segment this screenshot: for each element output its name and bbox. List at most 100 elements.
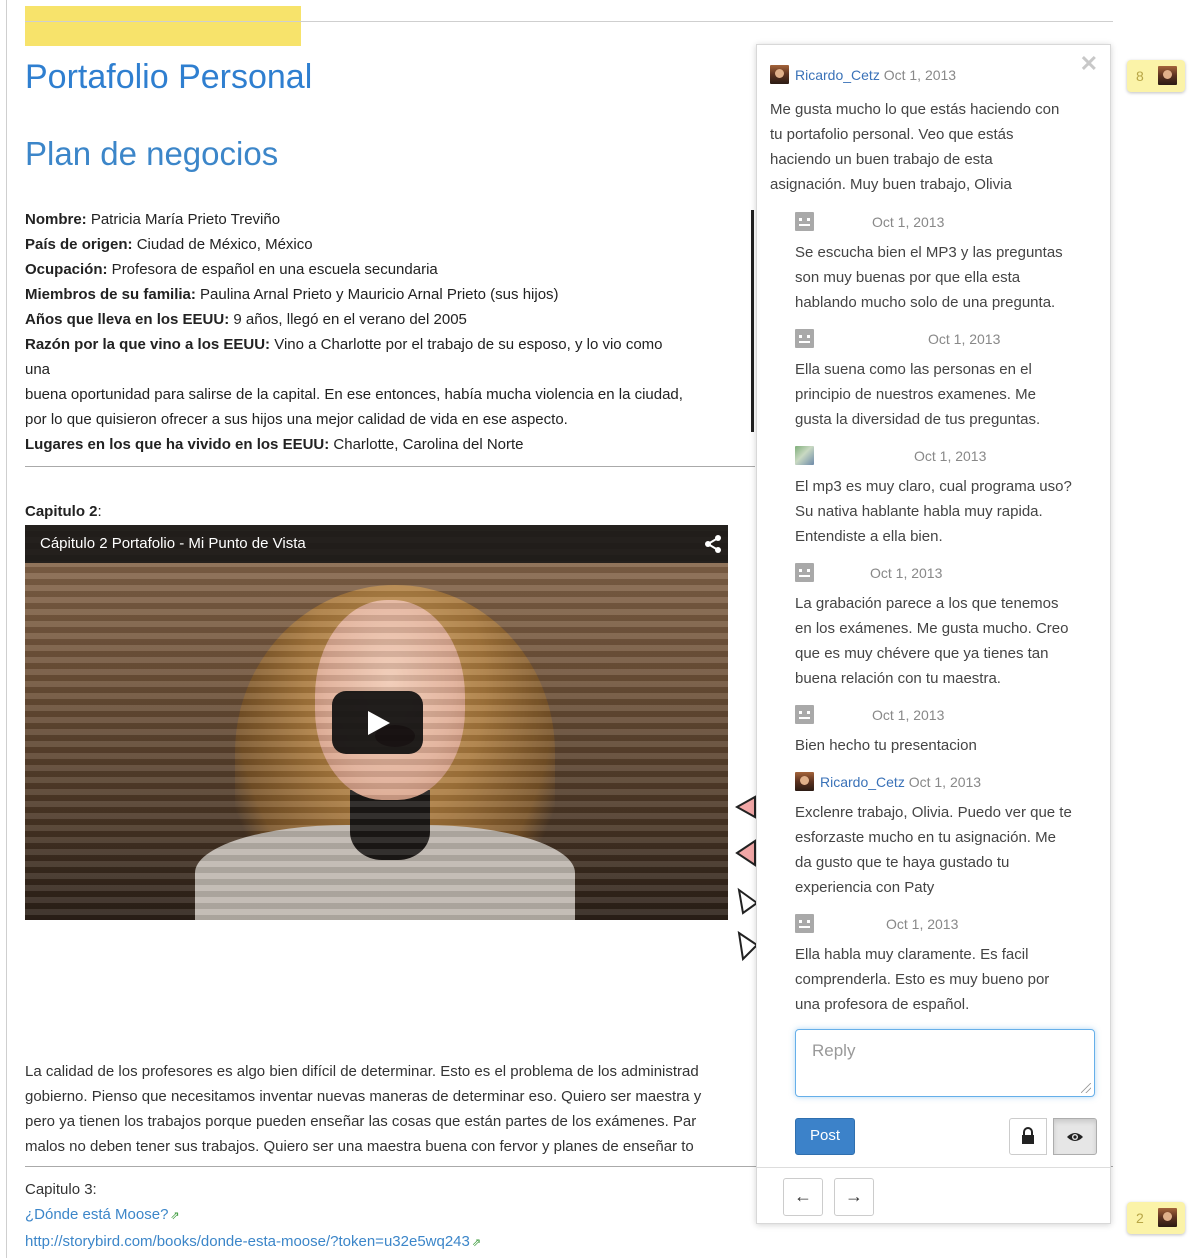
resize-handle[interactable] — [1081, 1083, 1091, 1093]
paragraph-line: malos no deben tener sus trabajos. Quier… — [25, 1138, 694, 1155]
comment-header: Oct 1, 2013 — [795, 446, 986, 465]
info-value: Ciudad de México, México — [132, 236, 313, 253]
info-row: Lugares en los que ha vivido en los EEUU… — [25, 432, 755, 457]
paragraph-line: pero ya tienen los trabajos porque puede… — [25, 1113, 697, 1130]
paragraph-line: La calidad de los profesores es algo bie… — [25, 1063, 699, 1080]
info-row: Ocupación: Profesora de español en una e… — [25, 257, 755, 282]
chapter3-label: Capitulo 3: — [25, 1181, 97, 1198]
comment-line: Exclenre trabajo, Olivia. Puedo ver que … — [795, 804, 1072, 821]
comment-line: gusta la diversidad de tus preguntas. — [795, 411, 1041, 428]
comment-header: Oct 1, 2013 — [795, 563, 942, 582]
chapter2-colon: : — [97, 503, 102, 520]
vertical-divider — [751, 210, 754, 432]
paragraph-line: gobierno. Pienso que necesitamos inventa… — [25, 1088, 702, 1105]
left-margin-rule — [6, 0, 7, 1258]
comment-line: El mp3 es muy claro, cual programa uso? — [795, 478, 1072, 495]
avatar — [1158, 1208, 1177, 1227]
comment-header: Oct 1, 2013 — [795, 212, 944, 231]
reply-placeholder: Reply — [812, 1041, 856, 1060]
info-value: Charlotte, Carolina del Norte — [329, 436, 524, 453]
info-label: Razón por la que vino a los EEUU: — [25, 336, 271, 353]
comment-header: Ricardo_Cetz Oct 1, 2013 — [795, 772, 981, 791]
comment-date: Oct 1, 2013 — [928, 331, 1001, 347]
comment-date: Oct 1, 2013 — [883, 67, 957, 83]
video-title[interactable]: Cápitulo 2 Portafolio - Mi Punto de Vist… — [40, 535, 306, 552]
section-divider — [25, 466, 755, 467]
comment-date: Oct 1, 2013 — [872, 214, 945, 230]
info-value: Vino a Charlotte por el trabajo de su es… — [270, 336, 663, 353]
comment-line: Su nativa hablante habla muy rapida. — [795, 503, 1043, 520]
chapter3-section: Capitulo 3: ¿Dónde está Moose? ⇗ http://s… — [25, 1177, 481, 1256]
info-value: 9 años, llegó en el verano del 2005 — [229, 311, 467, 328]
lock-button[interactable] — [1009, 1118, 1047, 1155]
comment-body: Me gusta mucho lo que estás haciendo con… — [770, 97, 1059, 197]
comment-line: comprenderla. Esto es muy bueno por — [795, 971, 1050, 988]
share-icon[interactable] — [703, 534, 723, 554]
comment-body: Exclenre trabajo, Olivia. Puedo ver que … — [795, 800, 1072, 900]
comment-line: da gusto que te haya gustado tu — [795, 854, 1010, 871]
comment-header: Oct 1, 2013 — [795, 329, 1000, 348]
external-link-icon: ⇗ — [170, 1210, 180, 1222]
avatar — [795, 772, 814, 791]
comment-body: Ella suena como las personas en el princ… — [795, 357, 1040, 432]
reply-input[interactable]: Reply — [795, 1029, 1095, 1097]
avatar — [795, 329, 814, 348]
close-icon[interactable]: ✕ — [1080, 51, 1098, 77]
info-label: Ocupación: — [25, 261, 108, 278]
info-row: Nombre: Patricia María Prieto Treviño — [25, 207, 755, 232]
info-value: Profesora de español en una escuela secu… — [107, 261, 438, 278]
profile-info: Nombre: Patricia María Prieto Treviño Pa… — [25, 207, 755, 457]
info-row: País de origen: Ciudad de México, México — [25, 232, 755, 257]
comment-count-badge[interactable]: 2 — [1127, 1202, 1185, 1234]
play-icon — [368, 711, 390, 735]
comment-author[interactable]: Ricardo_Cetz — [795, 67, 880, 83]
eye-icon — [1067, 1133, 1083, 1141]
info-label: Nombre: — [25, 211, 87, 228]
prev-button[interactable]: ← — [783, 1178, 823, 1216]
avatar — [795, 705, 814, 724]
comment-line: hablando mucho solo de una pregunta. — [795, 294, 1056, 311]
comment-line: una profesora de español. — [795, 996, 970, 1013]
comment-date: Oct 1, 2013 — [908, 774, 982, 790]
page-subtitle: Plan de negocios — [25, 135, 279, 172]
arrow-right-icon: → — [845, 1186, 863, 1206]
comment-author[interactable]: Ricardo_Cetz — [820, 774, 905, 790]
comment-line: esforzaste mucho en tu asignación. Me — [795, 829, 1056, 846]
top-divider — [25, 21, 1113, 22]
comment-line: Se escucha bien el MP3 y las preguntas — [795, 244, 1063, 261]
comment-date: Oct 1, 2013 — [886, 916, 959, 932]
comment-line: asignación. Muy buen trabajo, Olivia — [770, 176, 1012, 193]
info-label: Años que lleva en los EEUU: — [25, 311, 230, 328]
comment-body: La grabación parece a los que tenemos en… — [795, 591, 1068, 691]
comment-line: en los exámenes. Me gusta mucho. Creo — [795, 620, 1069, 637]
badge-count: 8 — [1136, 68, 1144, 84]
info-continuation: buena oportunidad para salirse de la cap… — [25, 386, 683, 403]
reflection-paragraph: La calidad de los profesores es algo bie… — [25, 1059, 758, 1159]
comment-line: son muy buenas por que ella esta — [795, 269, 1021, 286]
comment-count-badge[interactable]: 8 — [1127, 60, 1185, 92]
comment-panel: ✕ Ricardo_Cetz Oct 1, 2013 Me gusta much… — [756, 44, 1111, 1224]
info-row: Razón por la que vino a los EEUU: Vino a… — [25, 332, 755, 357]
comment-header: Oct 1, 2013 — [795, 914, 958, 933]
info-value: Patricia María Prieto Treviño — [86, 211, 281, 228]
comment-body: Ella habla muy claramente. Es facil comp… — [795, 942, 1049, 1017]
post-button[interactable]: Post — [795, 1118, 855, 1155]
chapter2-heading: Capitulo 2: — [25, 503, 102, 520]
comment-line: tu portafolio personal. Veo que estás — [770, 126, 1014, 143]
info-label: Lugares en los que ha vivido en los EEUU… — [25, 436, 330, 453]
comment-header: Ricardo_Cetz Oct 1, 2013 — [770, 65, 956, 84]
video-player[interactable]: Cápitulo 2 Portafolio - Mi Punto de Vist… — [25, 525, 728, 920]
avatar — [795, 212, 814, 231]
chapter3-link[interactable]: ¿Dónde está Moose? — [25, 1206, 168, 1223]
comment-line: experiencia con Paty — [795, 879, 935, 896]
visibility-button[interactable] — [1053, 1118, 1097, 1155]
comment-line: Me gusta mucho lo que estás haciendo con — [770, 101, 1060, 118]
info-label: Miembros de su familia: — [25, 286, 196, 303]
next-button[interactable]: → — [834, 1178, 874, 1216]
comment-header: Oct 1, 2013 — [795, 705, 944, 724]
comment-body: Bien hecho tu presentacion — [795, 733, 977, 758]
comment-line: Ella habla muy claramente. Es facil — [795, 946, 1029, 963]
chapter3-url[interactable]: http://storybird.com/books/donde-esta-mo… — [25, 1233, 470, 1250]
video-title-bar: Cápitulo 2 Portafolio - Mi Punto de Vist… — [25, 525, 728, 563]
play-button[interactable] — [332, 691, 423, 754]
